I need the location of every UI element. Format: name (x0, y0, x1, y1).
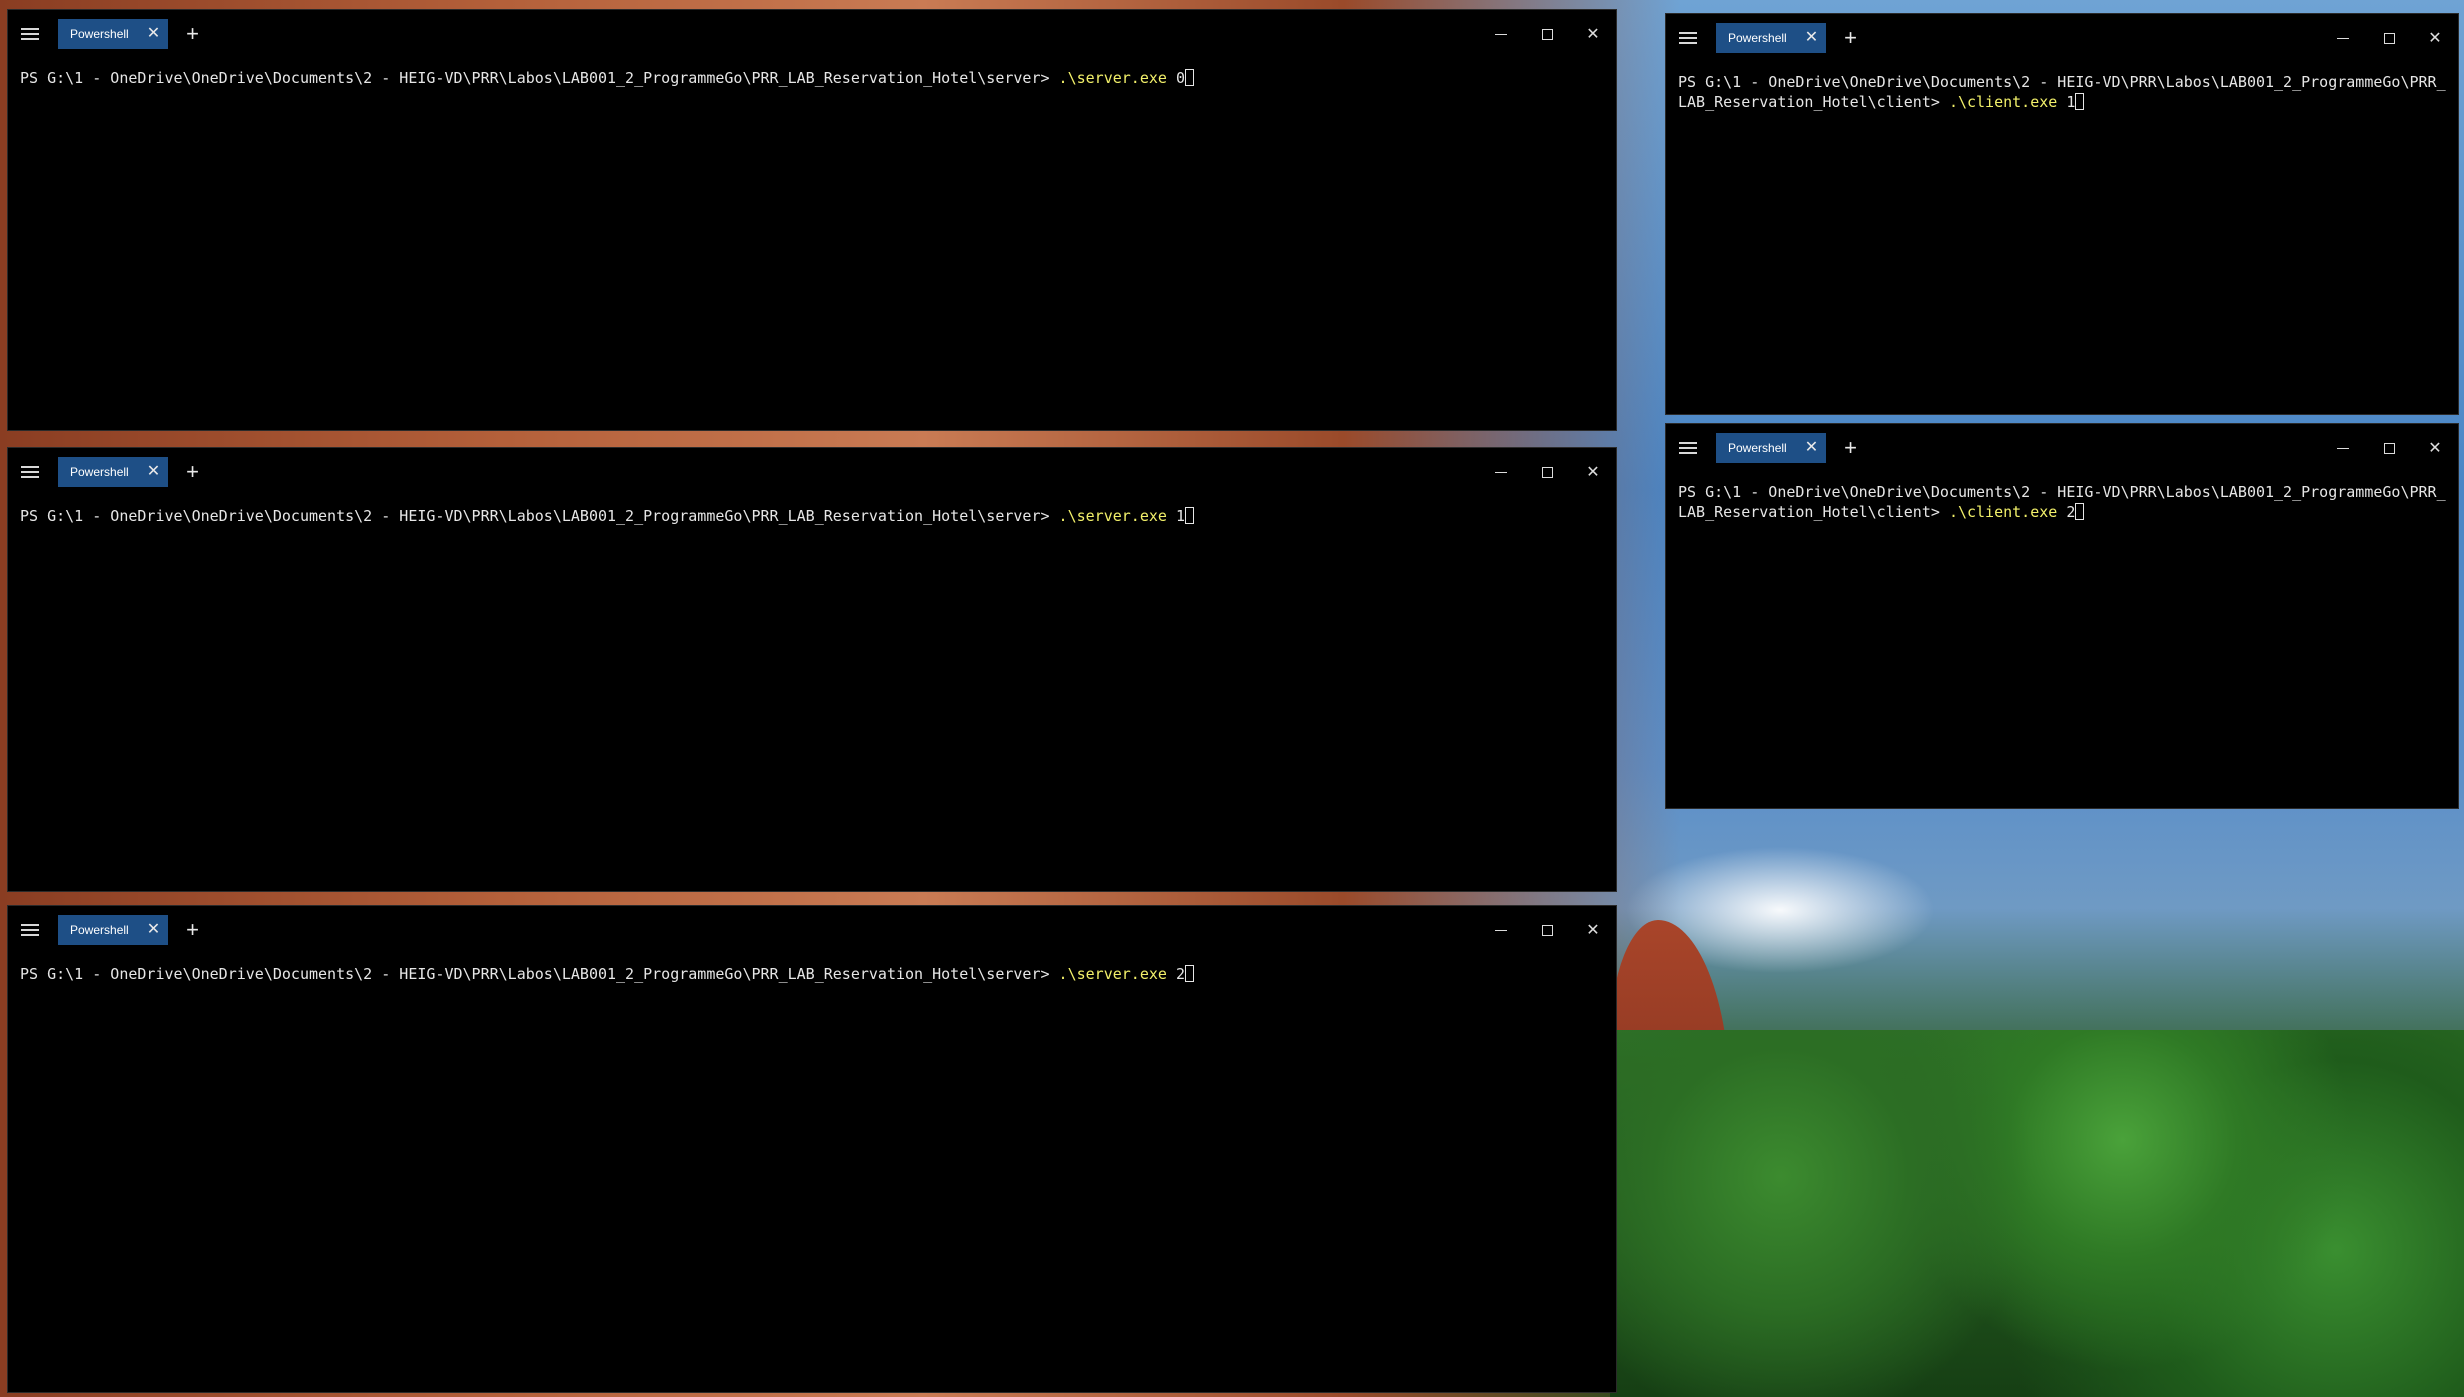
command-text: .\server.exe (1058, 69, 1167, 87)
window-controls: ✕ (1478, 906, 1616, 954)
tab-label: Powershell (70, 465, 129, 479)
tab-label: Powershell (1728, 31, 1787, 45)
window-controls: ✕ (2320, 424, 2458, 472)
window-controls: ✕ (1478, 10, 1616, 58)
titlebar: Powershell ✕ + ✕ (1666, 14, 2458, 62)
close-icon[interactable]: ✕ (1570, 906, 1616, 954)
command-argument: 0 (1166, 69, 1185, 87)
window-controls: ✕ (1478, 448, 1616, 496)
terminal-window-client-2: Powershell ✕ + ✕ PS G:\1 - OneDrive\OneD… (1666, 424, 2458, 808)
new-tab-plus-icon[interactable]: + (1844, 437, 1857, 459)
new-tab-plus-icon[interactable]: + (1844, 27, 1857, 49)
console-output[interactable]: PS G:\1 - OneDrive\OneDrive\Documents\2 … (1666, 472, 2458, 532)
terminal-window-server-1: Powershell ✕ + ✕ PS G:\1 - OneDrive\OneD… (8, 448, 1616, 891)
tab-powershell[interactable]: Powershell ✕ (1716, 433, 1827, 463)
terminal-window-server-2: Powershell ✕ + ✕ PS G:\1 - OneDrive\OneD… (8, 906, 1616, 1392)
console-output[interactable]: PS G:\1 - OneDrive\OneDrive\Documents\2 … (8, 954, 1616, 994)
minimize-icon[interactable] (1478, 906, 1524, 954)
console-output[interactable]: PS G:\1 - OneDrive\OneDrive\Documents\2 … (8, 496, 1616, 536)
maximize-icon[interactable] (1524, 10, 1570, 58)
tab-powershell[interactable]: Powershell ✕ (58, 457, 169, 487)
tab-label: Powershell (1728, 441, 1787, 455)
command-argument: 2 (2057, 503, 2076, 521)
minimize-icon[interactable] (1478, 448, 1524, 496)
tab-powershell[interactable]: Powershell ✕ (58, 19, 169, 49)
text-cursor (1184, 69, 1194, 86)
titlebar: Powershell ✕ + ✕ (8, 906, 1616, 954)
prompt-text: PS G:\1 - OneDrive\OneDrive\Documents\2 … (20, 69, 1059, 87)
text-cursor (1184, 507, 1194, 524)
titlebar: Powershell ✕ + ✕ (8, 10, 1616, 58)
terminal-window-client-1: Powershell ✕ + ✕ PS G:\1 - OneDrive\OneD… (1666, 14, 2458, 414)
maximize-icon[interactable] (1524, 448, 1570, 496)
maximize-icon[interactable] (2366, 14, 2412, 62)
tab-label: Powershell (70, 27, 129, 41)
hamburger-menu-icon[interactable] (1666, 424, 1710, 472)
desktop: Powershell ✕ + ✕ PS G:\1 - OneDrive\OneD… (0, 0, 2464, 1397)
command-text: .\server.exe (1058, 507, 1167, 525)
text-cursor (2075, 93, 2085, 110)
close-icon[interactable]: ✕ (2412, 14, 2458, 62)
tab-powershell[interactable]: Powershell ✕ (1716, 23, 1827, 53)
new-tab-plus-icon[interactable]: + (186, 461, 199, 483)
console-output[interactable]: PS G:\1 - OneDrive\OneDrive\Documents\2 … (1666, 62, 2458, 122)
prompt-text: PS G:\1 - OneDrive\OneDrive\Documents\2 … (20, 965, 1059, 983)
window-controls: ✕ (2320, 14, 2458, 62)
command-text: .\client.exe (1948, 503, 2058, 521)
command-argument: 2 (1166, 965, 1185, 983)
hamburger-menu-icon[interactable] (1666, 14, 1710, 62)
command-argument: 1 (1166, 507, 1185, 525)
tab-powershell[interactable]: Powershell ✕ (58, 915, 169, 945)
prompt-text: PS G:\1 - OneDrive\OneDrive\Documents\2 … (20, 507, 1059, 525)
close-icon[interactable]: ✕ (2412, 424, 2458, 472)
command-text: .\client.exe (1948, 93, 2058, 111)
maximize-icon[interactable] (2366, 424, 2412, 472)
terminal-window-server-0: Powershell ✕ + ✕ PS G:\1 - OneDrive\OneD… (8, 10, 1616, 430)
tab-close-icon[interactable]: ✕ (1805, 30, 1818, 46)
close-icon[interactable]: ✕ (1570, 448, 1616, 496)
titlebar: Powershell ✕ + ✕ (1666, 424, 2458, 472)
text-cursor (2075, 503, 2085, 520)
maximize-icon[interactable] (1524, 906, 1570, 954)
hamburger-menu-icon[interactable] (8, 906, 52, 954)
wallpaper-foliage (1610, 1030, 2464, 1397)
close-icon[interactable]: ✕ (1570, 10, 1616, 58)
minimize-icon[interactable] (2320, 424, 2366, 472)
command-text: .\server.exe (1058, 965, 1167, 983)
hamburger-menu-icon[interactable] (8, 448, 52, 496)
minimize-icon[interactable] (2320, 14, 2366, 62)
tab-close-icon[interactable]: ✕ (147, 922, 160, 938)
tab-close-icon[interactable]: ✕ (147, 464, 160, 480)
command-argument: 1 (2057, 93, 2076, 111)
titlebar: Powershell ✕ + ✕ (8, 448, 1616, 496)
minimize-icon[interactable] (1478, 10, 1524, 58)
tab-label: Powershell (70, 923, 129, 937)
new-tab-plus-icon[interactable]: + (186, 919, 199, 941)
hamburger-menu-icon[interactable] (8, 10, 52, 58)
tab-close-icon[interactable]: ✕ (147, 26, 160, 42)
console-output[interactable]: PS G:\1 - OneDrive\OneDrive\Documents\2 … (8, 58, 1616, 98)
tab-close-icon[interactable]: ✕ (1805, 440, 1818, 456)
text-cursor (1184, 965, 1194, 982)
new-tab-plus-icon[interactable]: + (186, 23, 199, 45)
